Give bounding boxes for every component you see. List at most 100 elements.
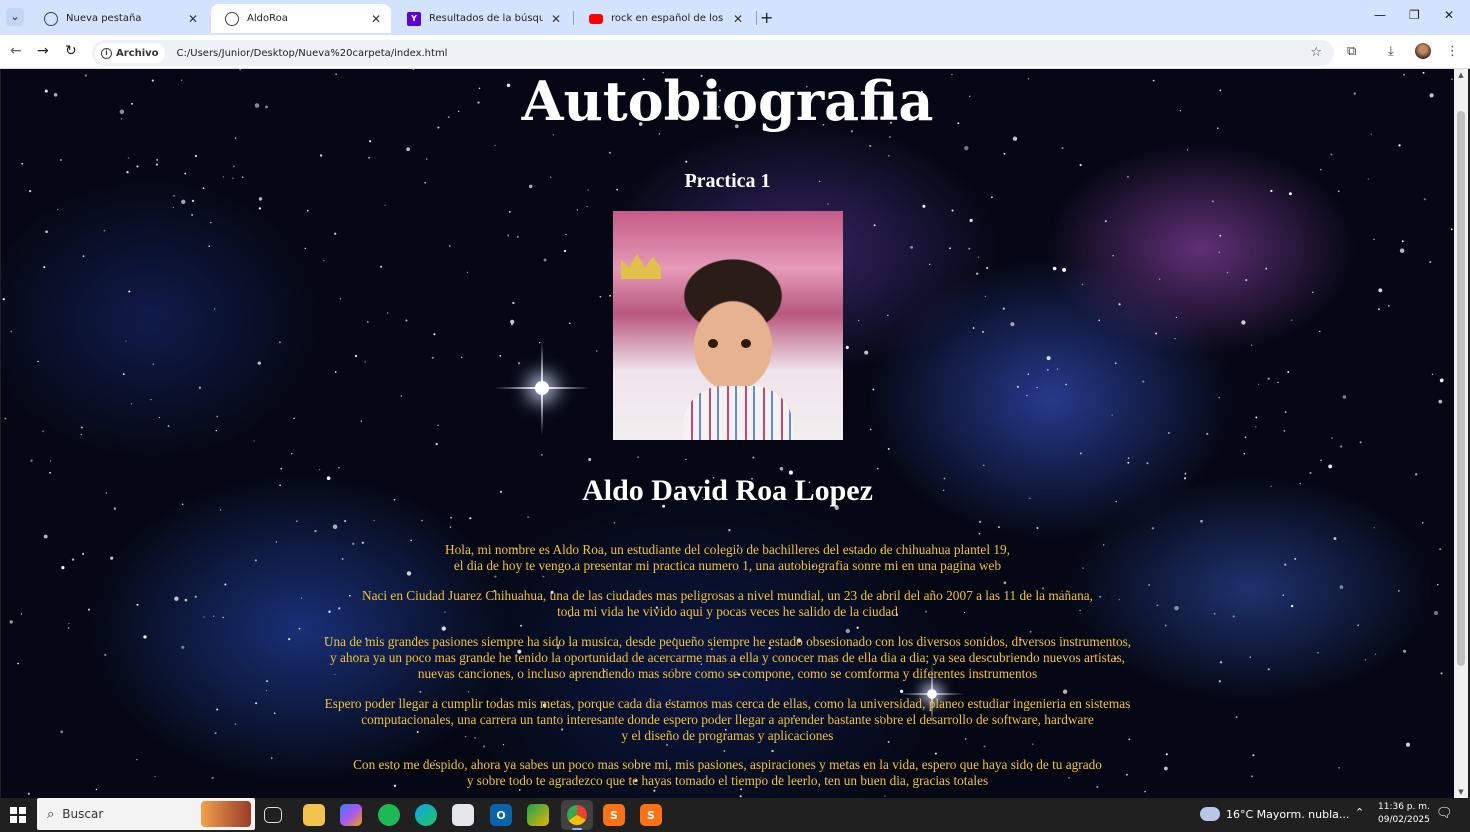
star-dot [1331, 437, 1333, 439]
star-dot [213, 308, 216, 310]
star-dot [334, 232, 337, 235]
star-dot [482, 745, 486, 748]
star-dot [983, 745, 986, 748]
star-dot [1062, 267, 1067, 272]
star-dot [1287, 370, 1290, 374]
star-dot [1112, 254, 1114, 257]
profile-avatar[interactable] [1415, 43, 1431, 59]
tab-aldoroa[interactable]: AldoRoa ✕ [211, 4, 391, 33]
star-dot [45, 230, 48, 233]
weather-widget[interactable]: 16°C Mayorm. nubla... [1200, 807, 1349, 821]
bookmark-star-icon[interactable]: ☆ [1310, 45, 1322, 60]
paragraph-line: Hola, mi nombre es Aldo Roa, un estudian… [445, 542, 1010, 557]
window-close-button[interactable]: ✕ [1444, 8, 1454, 22]
close-icon[interactable]: ✕ [371, 12, 381, 26]
star-dot [1175, 316, 1177, 318]
star-dot [922, 204, 926, 208]
star-dot [517, 362, 521, 365]
star-dot [405, 319, 408, 322]
taskbar-clock[interactable]: 11:36 p. m. 09/02/2025 [1378, 801, 1430, 827]
close-icon[interactable]: ✕ [551, 12, 561, 26]
star-dot [1399, 248, 1405, 253]
star-dot [872, 388, 875, 391]
star-dot [298, 627, 301, 630]
star-dot [1046, 356, 1051, 361]
extensions-icon[interactable]: ⧉ [1347, 44, 1356, 59]
tab-youtube[interactable]: rock en español de los 80 y 90 ✕ [575, 4, 753, 33]
star-dot [986, 266, 989, 270]
star-dot [964, 146, 969, 151]
scroll-down-icon[interactable]: ▼ [1454, 788, 1468, 796]
scrollbar-thumb[interactable] [1457, 111, 1465, 666]
site-info-chip[interactable]: i Archivo [95, 43, 165, 63]
star-dot [278, 341, 281, 344]
star-dot [1429, 260, 1432, 264]
spotify-icon[interactable] [378, 804, 400, 826]
star-dot [666, 743, 669, 746]
star-dot [410, 539, 412, 542]
vpn-shield-icon[interactable] [527, 804, 549, 826]
tab-nueva-pestana[interactable]: Nueva pestaña ✕ [30, 4, 208, 33]
star-dot [1061, 147, 1064, 150]
page-scrollbar[interactable]: ▲ ▼ [1454, 69, 1468, 798]
edge-icon[interactable] [415, 804, 437, 826]
star-dot [543, 258, 547, 262]
scroll-up-icon[interactable]: ▲ [1454, 71, 1468, 79]
store-icon[interactable] [452, 804, 474, 826]
star-dot [1218, 396, 1220, 399]
taskbar-search-box[interactable]: ⌕ Buscar [37, 798, 255, 830]
weather-text: 16°C Mayorm. nubla... [1226, 807, 1350, 821]
outlook-icon[interactable]: O [490, 804, 512, 826]
star-dot [568, 322, 571, 325]
menu-icon[interactable]: ⋮ [1446, 44, 1459, 59]
close-icon[interactable]: ✕ [733, 12, 743, 26]
chrome-taskbar-button[interactable] [561, 800, 593, 830]
file-explorer-icon[interactable] [303, 804, 325, 826]
url-text[interactable]: C:/Users/Junior/Desktop/Nueva%20carpeta/… [177, 48, 448, 59]
address-bar[interactable]: i Archivo C:/Users/Junior/Desktop/Nueva%… [92, 40, 1334, 66]
star-dot [968, 247, 971, 250]
back-button[interactable]: ← [10, 43, 22, 59]
tab-title: AldoRoa [247, 13, 288, 24]
restore-button[interactable]: ❐ [1409, 8, 1420, 22]
star-dot [1421, 522, 1424, 524]
search-highlight-image[interactable] [201, 801, 251, 827]
star-dot [369, 140, 372, 143]
minimize-button[interactable]: — [1374, 8, 1386, 22]
download-icon[interactable]: ⤓ [1388, 44, 1394, 59]
star-dot [1319, 330, 1321, 333]
close-icon[interactable]: ✕ [188, 12, 198, 26]
star-dot [293, 417, 295, 420]
star-dot [314, 529, 317, 533]
star-dot [57, 208, 59, 211]
star-dot [588, 458, 592, 461]
star-dot [339, 298, 342, 300]
star-dot [876, 467, 879, 470]
copilot-icon[interactable] [340, 804, 362, 826]
star-dot [128, 290, 131, 293]
star-dot [1378, 288, 1383, 293]
star-dot [1155, 332, 1158, 335]
windows-start-button[interactable] [10, 807, 26, 823]
star-dot [208, 245, 210, 247]
task-view-icon[interactable] [264, 807, 282, 823]
star-dot [910, 246, 913, 249]
paragraph-line: y ahora ya un poco mas grande he tenido … [330, 650, 1125, 665]
tray-chevron-icon[interactable]: ⌃ [1355, 806, 1364, 819]
star-dot [103, 229, 106, 232]
star-dot [576, 209, 578, 211]
star-dot [1167, 432, 1170, 434]
reload-button[interactable]: ↻ [65, 43, 77, 59]
star-dot [685, 458, 687, 461]
new-tab-button[interactable]: + [760, 8, 773, 27]
tab-yahoo-results[interactable]: Y Resultados de la búsqueda de ✕ [393, 4, 571, 33]
star-dot [599, 295, 602, 298]
sublime-text-icon[interactable]: S [640, 804, 662, 826]
sublime-text-icon[interactable]: S [603, 804, 625, 826]
forward-button[interactable]: → [37, 43, 49, 59]
star-dot [1423, 198, 1426, 201]
notification-icon[interactable]: 🗨 [1436, 806, 1453, 821]
star-dot [354, 354, 358, 358]
tab-search-button[interactable]: ⌄ [6, 8, 24, 26]
star-dot [991, 196, 993, 199]
